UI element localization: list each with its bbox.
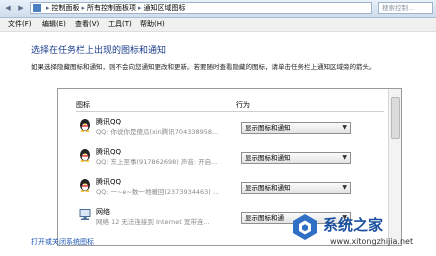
behavior-dropdown[interactable]: 显示图标和通知 ▼ bbox=[241, 152, 351, 164]
forward-arrow-icon[interactable]: ▶ bbox=[15, 3, 27, 14]
menu-file[interactable]: 文件(F) bbox=[8, 19, 32, 30]
breadcrumb-separator-icon: ▸ bbox=[138, 4, 142, 12]
back-arrow-icon[interactable]: ◀ bbox=[2, 3, 14, 14]
search-input[interactable]: 搜索控制... bbox=[378, 2, 433, 14]
app-name: 腾讯QQ bbox=[96, 148, 122, 156]
menu-help[interactable]: 帮助(H) bbox=[140, 19, 165, 30]
watermark: 系统之家 www.xitongzhijia.net bbox=[290, 210, 430, 254]
watermark-brand: 系统之家 bbox=[323, 216, 384, 234]
chevron-down-icon: ▼ bbox=[342, 184, 347, 191]
scrollbar-thumb[interactable] bbox=[391, 97, 400, 139]
menu-view[interactable]: 查看(V) bbox=[75, 19, 99, 30]
header-divider bbox=[76, 111, 384, 112]
watermark-url: www.xitongzhijia.net bbox=[330, 237, 414, 246]
page-description: 如果选择隐藏图标和通知，则不会向您通知更改和更新。若要随时查看隐藏的图标，请单击… bbox=[31, 63, 376, 71]
column-header-icon: 图标 bbox=[76, 101, 90, 109]
system-icons-link[interactable]: 打开或关闭系统图标 bbox=[31, 237, 94, 247]
address-bar: ◀ ▶ ▸ 控制面板 ▸ 所有控制面板项 ▸ 通知区域图标 搜索控制... bbox=[0, 0, 436, 18]
breadcrumb-item[interactable]: 所有控制面板项 bbox=[87, 3, 136, 13]
breadcrumb-item[interactable]: 控制面板 bbox=[52, 3, 80, 13]
app-description: QQ: 东上至事(917862698) 声音: 开启... bbox=[96, 158, 218, 166]
behavior-value: 显示图标和通知 bbox=[245, 124, 291, 132]
app-description: 网络 12 无法连接到 Internet 宽带连... bbox=[96, 218, 210, 226]
qq-penguin-icon bbox=[80, 179, 90, 192]
chevron-down-icon: ▼ bbox=[342, 154, 347, 161]
breadcrumb-separator-icon: ▸ bbox=[81, 4, 86, 12]
control-panel-icon bbox=[33, 4, 41, 12]
behavior-value: 显示图标和通 bbox=[245, 214, 284, 222]
column-header-behavior: 行为 bbox=[236, 101, 250, 109]
behavior-dropdown[interactable]: 显示图标和通知 ▼ bbox=[241, 122, 351, 134]
behavior-dropdown[interactable]: 显示图标和通知 ▼ bbox=[241, 182, 351, 194]
menu-edit[interactable]: 编辑(E) bbox=[42, 19, 66, 30]
menu-bar: 文件(F) 编辑(E) 查看(V) 工具(T) 帮助(H) bbox=[0, 18, 436, 32]
list-item: 腾讯QQ QQ: 一~e~数一地暖回(2373934463) ... 显示图标和… bbox=[76, 177, 386, 207]
network-icon bbox=[79, 209, 91, 220]
list-item: 腾讯QQ QQ: 东上至事(917862698) 声音: 开启... 显示图标和… bbox=[76, 147, 386, 177]
chevron-down-icon: ▼ bbox=[342, 124, 347, 131]
app-description: QQ: 一~e~数一地暖回(2373934463) ... bbox=[96, 188, 220, 196]
list-item: 腾讯QQ QQ: 你说你是傻瓜(xin腾讯704338958... 显示图标和通… bbox=[76, 117, 386, 147]
behavior-value: 显示图标和通知 bbox=[245, 154, 291, 162]
page-title: 选择在任务栏上出现的图标和通知 bbox=[31, 46, 167, 56]
menu-tools[interactable]: 工具(T) bbox=[108, 19, 132, 30]
app-name: 网络 bbox=[96, 208, 110, 216]
app-description: QQ: 你说你是傻瓜(xin腾讯704338958... bbox=[96, 128, 219, 136]
breadcrumb[interactable]: ▸ 控制面板 ▸ 所有控制面板项 ▸ 通知区域图标 bbox=[30, 2, 372, 14]
breadcrumb-item[interactable]: 通知区域图标 bbox=[144, 3, 186, 13]
qq-penguin-icon bbox=[80, 149, 90, 162]
breadcrumb-separator-icon: ▸ bbox=[46, 4, 50, 12]
app-name: 腾讯QQ bbox=[96, 178, 122, 186]
watermark-logo-icon bbox=[293, 214, 317, 240]
behavior-value: 显示图标和通知 bbox=[245, 184, 291, 192]
qq-penguin-icon bbox=[80, 119, 90, 132]
app-name: 腾讯QQ bbox=[96, 118, 122, 126]
